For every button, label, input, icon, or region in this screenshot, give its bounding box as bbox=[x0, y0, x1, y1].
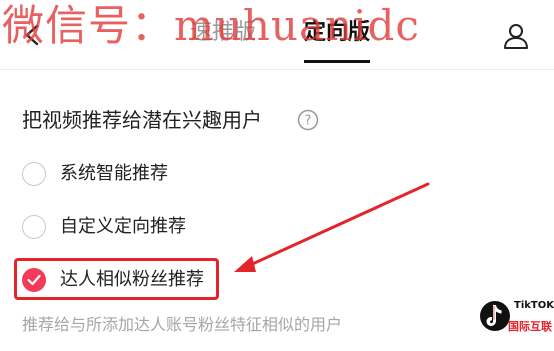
tab-quick-promote[interactable]: 速推版 bbox=[190, 18, 256, 48]
option-description: 推荐给与所添加达人账号粉丝特征相似的用户 bbox=[22, 315, 343, 334]
section-title: 把视频推荐给潜在兴趣用户 bbox=[22, 108, 262, 132]
option-label: 自定义定向推荐 bbox=[60, 216, 186, 237]
header: 速推版 定向版 bbox=[0, 0, 554, 70]
logo-brand-text: TikTOK bbox=[514, 300, 554, 311]
radio-button[interactable] bbox=[22, 215, 46, 239]
svg-text:?: ? bbox=[305, 114, 312, 129]
logo-subtitle-text: 国际互联 bbox=[508, 320, 552, 333]
radio-button[interactable] bbox=[22, 162, 46, 186]
question-circle-icon[interactable]: ? bbox=[297, 109, 319, 131]
option-label: 系统智能推荐 bbox=[60, 163, 168, 184]
chevron-left-icon[interactable] bbox=[22, 24, 44, 46]
option-custom-targeting[interactable]: 自定义定向推荐 bbox=[22, 213, 222, 243]
tiktok-logo: TikTOK 国际互联 bbox=[478, 296, 554, 342]
tiktok-icon bbox=[480, 301, 510, 331]
tab-targeted-promote[interactable]: 定向版 bbox=[304, 18, 370, 48]
user-icon[interactable] bbox=[502, 22, 530, 50]
header-divider bbox=[0, 69, 554, 70]
option-system-smart[interactable]: 系统智能推荐 bbox=[22, 160, 222, 190]
annotation-highlight-box bbox=[14, 258, 219, 300]
active-tab-indicator bbox=[304, 60, 370, 63]
